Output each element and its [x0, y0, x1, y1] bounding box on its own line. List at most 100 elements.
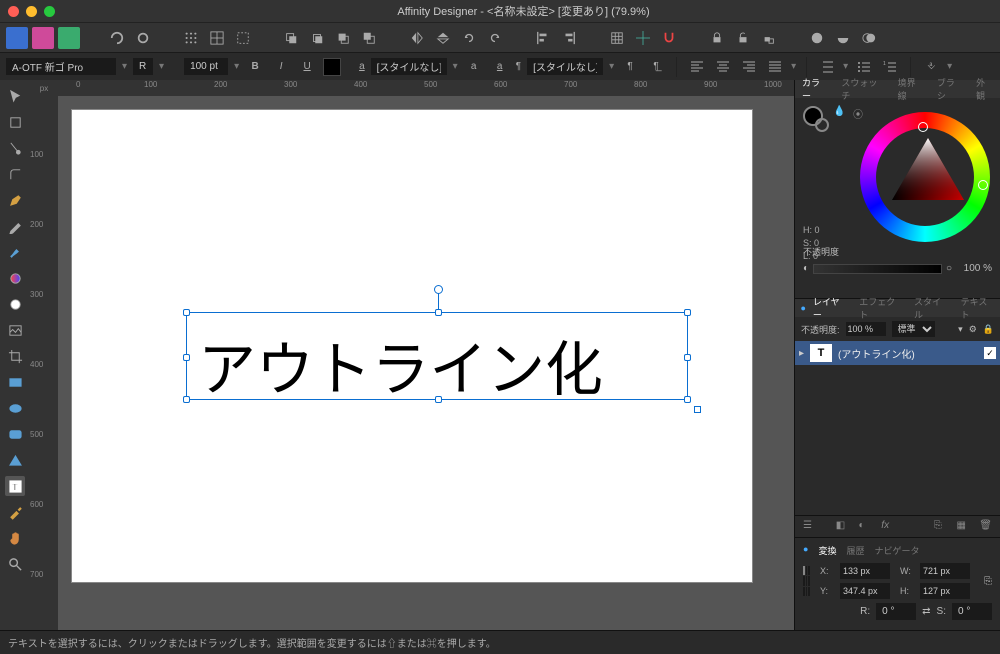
flip-h-icon[interactable]: [406, 27, 428, 49]
fx-icon[interactable]: fx: [881, 520, 894, 533]
grid-icon[interactable]: [206, 27, 228, 49]
show-grid-icon[interactable]: [606, 27, 628, 49]
transform-r[interactable]: [876, 603, 916, 620]
transform-x[interactable]: [840, 563, 890, 579]
defaults-icon[interactable]: [132, 27, 154, 49]
eyedropper-icon[interactable]: 💧: [833, 106, 847, 120]
tab-navigator[interactable]: ナビゲータ: [874, 544, 919, 557]
add-icon[interactable]: [806, 27, 828, 49]
tab-text[interactable]: テキスト: [954, 295, 1000, 321]
snapping-icon[interactable]: [658, 27, 680, 49]
node-tool[interactable]: [5, 138, 25, 158]
minimize-button[interactable]: [26, 6, 37, 17]
eyedropper-tool[interactable]: [5, 502, 25, 522]
sync-icon[interactable]: [106, 27, 128, 49]
rounded-rect-tool[interactable]: [5, 424, 25, 444]
color-triangle[interactable]: [892, 138, 964, 200]
delete-layer-icon[interactable]: 🗑: [979, 520, 992, 533]
mask-icon[interactable]: ◧: [836, 520, 849, 533]
char-style-select[interactable]: [371, 58, 447, 75]
hand-tool[interactable]: [5, 528, 25, 548]
triangle-tool[interactable]: [5, 450, 25, 470]
intersect-icon[interactable]: [858, 27, 880, 49]
font-size-input[interactable]: [184, 58, 228, 75]
move-back-icon[interactable]: [280, 27, 302, 49]
move-forward-icon[interactable]: [332, 27, 354, 49]
fill-tool[interactable]: [5, 268, 25, 288]
move-tool[interactable]: [5, 86, 25, 106]
layers-stack-icon[interactable]: ☰: [803, 520, 816, 533]
opacity-handle[interactable]: ○: [946, 263, 952, 274]
close-button[interactable]: [8, 6, 19, 17]
move-front-icon[interactable]: [358, 27, 380, 49]
wheel-handle-hue[interactable]: [978, 180, 988, 190]
ruler-unit[interactable]: px: [30, 80, 58, 96]
leading-button[interactable]: [817, 57, 837, 77]
canvas[interactable]: アウトライン化: [58, 96, 794, 630]
pen-tool[interactable]: [5, 190, 25, 210]
font-weight-select[interactable]: [133, 58, 153, 75]
typo-panel-icon[interactable]: a: [490, 57, 510, 77]
lock-icon[interactable]: 🔒: [983, 324, 994, 335]
text-color-swatch[interactable]: [323, 58, 341, 76]
transform-s[interactable]: [952, 603, 992, 620]
add-pixel-icon[interactable]: ▦: [956, 520, 969, 533]
style-panel-button[interactable]: ¶̲: [646, 57, 666, 77]
text-object[interactable]: アウトライン化: [198, 322, 603, 407]
fill-stroke-selector[interactable]: [803, 106, 823, 126]
char-panel-icon[interactable]: a: [464, 57, 484, 77]
zoom-tool[interactable]: [5, 554, 25, 574]
designer-persona[interactable]: [6, 27, 28, 49]
adjust-icon[interactable]: ◐: [859, 520, 872, 533]
lock-icon[interactable]: [706, 27, 728, 49]
link-icon[interactable]: ⎘: [984, 576, 992, 587]
transform-w[interactable]: [920, 563, 970, 579]
para-style-select[interactable]: [527, 58, 603, 75]
align-left-button[interactable]: [687, 57, 707, 77]
ellipse-tool[interactable]: [5, 398, 25, 418]
grid-dots-icon[interactable]: [180, 27, 202, 49]
insert-char-button[interactable]: ⎀: [921, 57, 941, 77]
rect-tool[interactable]: [5, 372, 25, 392]
pixel-persona[interactable]: [32, 27, 54, 49]
bounds-icon[interactable]: [232, 27, 254, 49]
opacity-slider[interactable]: [813, 264, 942, 274]
maximize-button[interactable]: [44, 6, 55, 17]
flip-v-icon[interactable]: [432, 27, 454, 49]
layer-opacity-input[interactable]: [846, 322, 886, 336]
add-layer-icon[interactable]: ⎘: [934, 520, 947, 533]
italic-button[interactable]: I: [271, 57, 291, 77]
move-backward-icon[interactable]: [306, 27, 328, 49]
tab-layers[interactable]: レイヤー: [806, 295, 852, 321]
align-center-button[interactable]: [713, 57, 733, 77]
tab-effects[interactable]: エフェクト: [852, 295, 907, 321]
ruler-vertical[interactable]: 100 200 300 400 500 600 700: [30, 96, 58, 630]
gear-icon[interactable]: ⚙: [969, 324, 977, 335]
unlock-icon[interactable]: [732, 27, 754, 49]
align-justify-button[interactable]: [765, 57, 785, 77]
subtract-icon[interactable]: [832, 27, 854, 49]
crop-tool[interactable]: [5, 346, 25, 366]
anchor-widget[interactable]: [803, 566, 810, 596]
layer-item[interactable]: ▸ T (アウトライン化) ✓: [795, 341, 1000, 365]
align-left-icon[interactable]: [532, 27, 554, 49]
align-right-icon[interactable]: [558, 27, 580, 49]
bold-button[interactable]: B: [245, 57, 265, 77]
font-family-select[interactable]: [6, 58, 116, 75]
place-tool[interactable]: [5, 320, 25, 340]
pencil-tool[interactable]: [5, 216, 25, 236]
underline-button[interactable]: U: [297, 57, 317, 77]
rotate-cw-icon[interactable]: [484, 27, 506, 49]
text-tool[interactable]: T: [5, 476, 25, 496]
brush-tool[interactable]: [5, 242, 25, 262]
tab-styles[interactable]: スタイル: [907, 295, 954, 321]
flip-icon[interactable]: ⇄: [922, 606, 930, 617]
lockchildren-icon[interactable]: [758, 27, 780, 49]
corner-tool[interactable]: [5, 164, 25, 184]
ruler-horizontal[interactable]: 0 100 200 300 400 500 600 700 800 900 10…: [58, 80, 794, 96]
opacity-value[interactable]: 100 %: [956, 263, 992, 274]
layer-name[interactable]: (アウトライン化): [838, 346, 915, 361]
tab-history[interactable]: 履歴: [846, 544, 864, 557]
bullet-list-button[interactable]: [854, 57, 874, 77]
export-persona[interactable]: [58, 27, 80, 49]
